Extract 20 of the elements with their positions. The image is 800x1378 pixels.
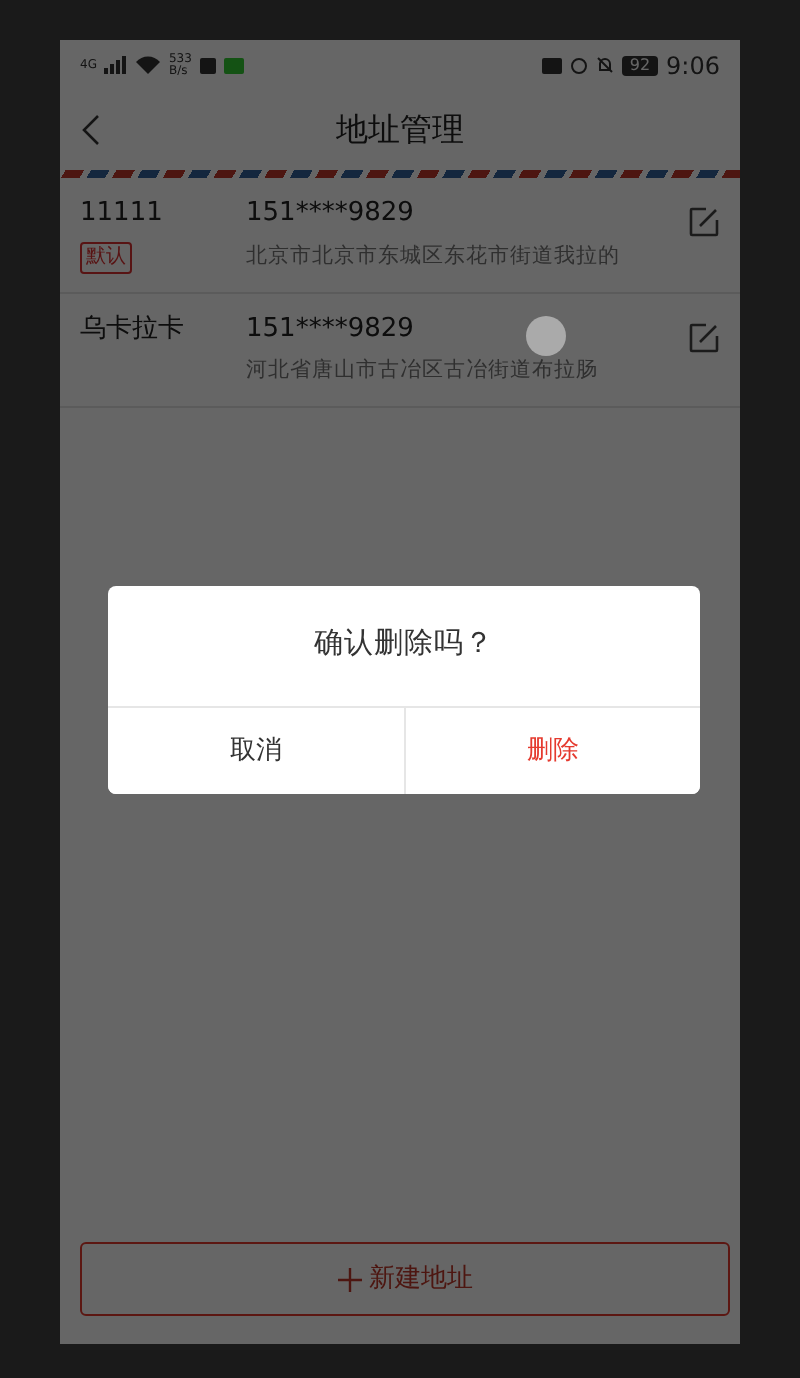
- signal-icon: [104, 56, 129, 74]
- contact-name: 11111: [80, 196, 163, 232]
- cancel-button[interactable]: 取消: [108, 706, 403, 794]
- delete-button[interactable]: 删除: [403, 706, 700, 794]
- edit-icon[interactable]: [688, 321, 720, 353]
- edit-icon[interactable]: [688, 206, 720, 238]
- plus-icon: [337, 1267, 361, 1291]
- new-address-button[interactable]: 新建地址: [80, 1242, 730, 1316]
- default-tag: 默认: [80, 241, 132, 273]
- touch-indicator: [526, 316, 566, 356]
- wifi-icon: [136, 56, 161, 74]
- back-icon[interactable]: [80, 114, 100, 146]
- page-title: 地址管理: [336, 108, 464, 152]
- contact-name: 乌卡拉卡: [80, 311, 184, 347]
- phone-number: 151****9829: [246, 311, 414, 347]
- dialog-message: 确认删除吗？: [314, 626, 494, 665]
- phone-number: 151****9829: [246, 196, 414, 232]
- mute-icon: [595, 56, 614, 74]
- battery-indicator: 92: [621, 55, 659, 75]
- status-time: 9:06: [666, 49, 720, 83]
